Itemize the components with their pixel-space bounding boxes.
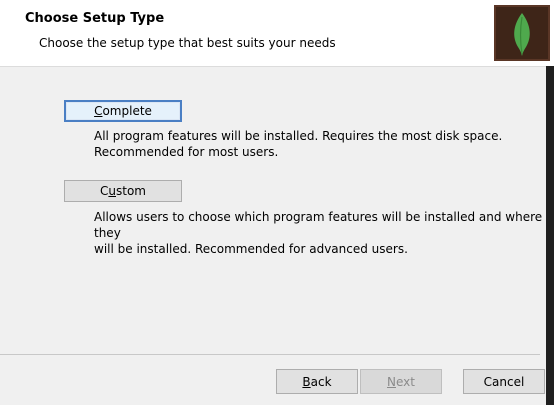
complete-mnemonic: C bbox=[94, 104, 103, 118]
page-subtitle: Choose the setup type that best suits yo… bbox=[39, 36, 336, 50]
custom-description-line2: will be installed. Recommended for advan… bbox=[94, 242, 408, 256]
complete-label-rest: omplete bbox=[102, 104, 152, 118]
cancel-button[interactable]: Cancel bbox=[463, 369, 545, 394]
back-mnemonic: B bbox=[302, 374, 311, 389]
custom-mnemonic: u bbox=[108, 184, 116, 198]
next-mnemonic: N bbox=[387, 374, 396, 389]
complete-description: All program features will be installed. … bbox=[94, 128, 502, 160]
custom-label-rest: stom bbox=[116, 184, 146, 198]
footer-divider bbox=[0, 354, 540, 355]
mongodb-leaf-icon bbox=[494, 5, 550, 61]
complete-description-line2: Recommended for most users. bbox=[94, 145, 279, 159]
next-button[interactable]: Next bbox=[360, 369, 442, 394]
back-button[interactable]: Back bbox=[276, 369, 358, 394]
window-edge bbox=[546, 66, 554, 405]
back-label-rest: ack bbox=[310, 374, 332, 389]
custom-label-prefix: C bbox=[100, 184, 109, 198]
page-title: Choose Setup Type bbox=[25, 11, 165, 26]
custom-description: Allows users to choose which program fea… bbox=[94, 209, 554, 257]
complete-description-line1: All program features will be installed. … bbox=[94, 129, 503, 143]
next-label-rest: ext bbox=[396, 374, 415, 389]
custom-description-line1: Allows users to choose which program fea… bbox=[94, 210, 543, 240]
dialog-header: Choose Setup Type Choose the setup type … bbox=[0, 0, 554, 67]
custom-button[interactable]: Cu stom bbox=[64, 180, 182, 202]
complete-button[interactable]: Complete bbox=[64, 100, 182, 122]
